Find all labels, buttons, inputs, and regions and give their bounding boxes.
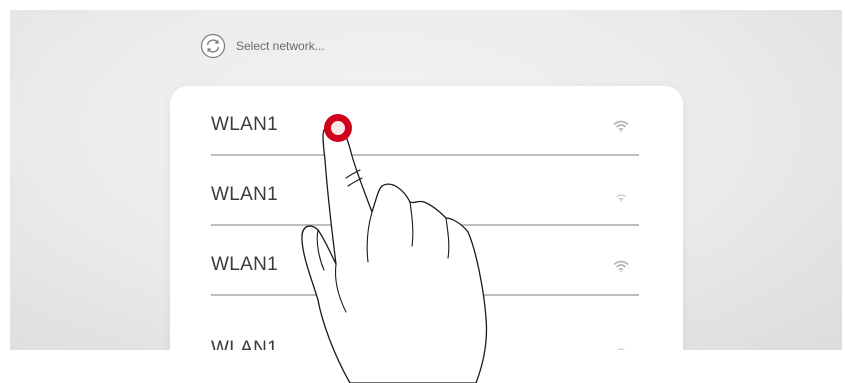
network-list: WLAN1 WLAN1 WLAN1 WLAN1 (170, 86, 683, 350)
screen: Select network... WLAN1 WLAN1 WLAN1 WLAN… (10, 10, 842, 350)
network-name: WLAN1 (211, 184, 278, 205)
network-item-1[interactable]: WLAN1 (211, 96, 639, 156)
network-name: WLAN1 (211, 254, 278, 275)
wifi-strong-icon (613, 259, 629, 272)
network-header: Select network... (200, 32, 325, 60)
network-name: WLAN1 (211, 114, 278, 135)
network-item-4[interactable]: WLAN1 (211, 320, 639, 350)
select-network-label: Select network... (236, 39, 325, 53)
wifi-weak-icon (613, 189, 629, 202)
refresh-icon[interactable] (200, 33, 226, 59)
network-item-3[interactable]: WLAN1 (211, 236, 639, 296)
network-item-2[interactable]: WLAN1 (211, 166, 639, 226)
wifi-weak-icon (613, 343, 629, 350)
network-name: WLAN1 (211, 338, 278, 350)
wifi-strong-icon (613, 119, 629, 132)
